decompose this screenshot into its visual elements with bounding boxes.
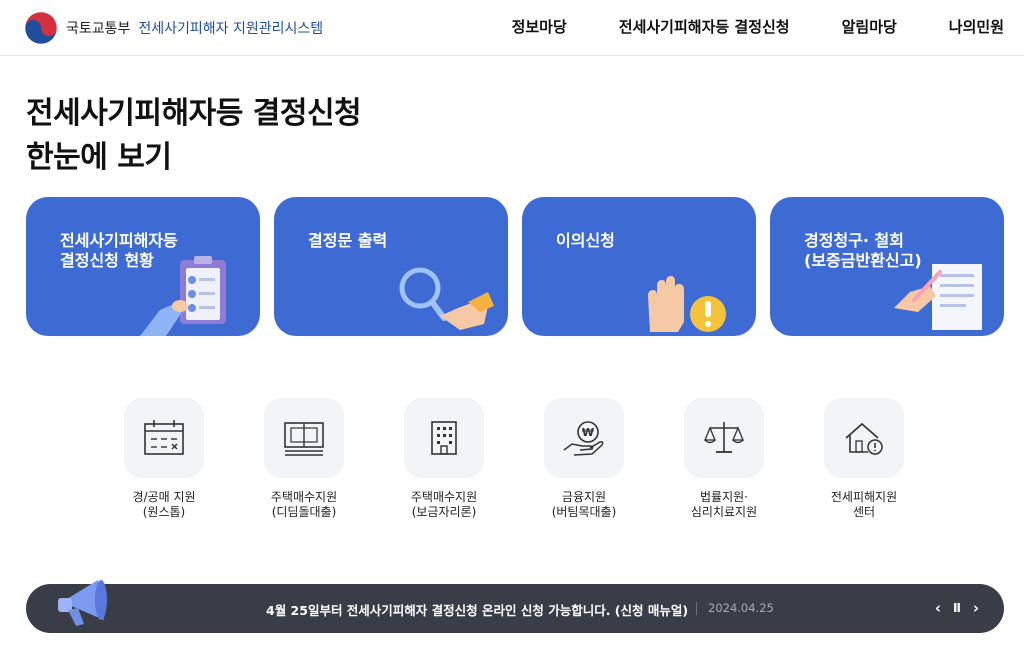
system-name: 전세사기피해자 지원관리시스템 [138, 21, 324, 37]
money-bundle-icon [284, 422, 324, 456]
nav-application[interactable]: 전세사기피해자등 결정신청 [619, 16, 790, 37]
quick-label: 주택매수지원 (보금자리론) [410, 490, 478, 519]
quick-label: 경/공매 지원 (원스톱) [132, 490, 196, 519]
main-nav: 정보마당 전세사기피해자등 결정신청 알림마당 나의민원 [460, 16, 1004, 37]
taegeuk-emblem-icon [24, 11, 58, 45]
notice-divider [696, 602, 697, 615]
service-cards: 전세사기피해자등 결정신청 현황 결정문 출력 이의신청 경정청구· 철회 (보… [26, 197, 1004, 336]
quick-icon-box: ₩ [544, 398, 624, 478]
quick-financial-support[interactable]: ₩ 금융지원 (버팀목대출) [542, 398, 626, 520]
page-title: 전세사기피해자등 결정신청 한눈에 보기 [26, 92, 362, 180]
ministry-name: 국토교통부 [66, 21, 131, 37]
quick-label: 전세피해지원 센터 [830, 490, 898, 519]
document-pen-icon [894, 264, 982, 330]
card-label: 이의신청 [556, 231, 615, 250]
quick-icon-box [404, 398, 484, 478]
house-alert-icon [845, 422, 883, 455]
notice-text[interactable]: 4월 25일부터 전세사기피해자 결정신청 온라인 신청 가능합니다. (신청 … [266, 600, 688, 619]
card-application-status[interactable]: 전세사기피해자등 결정신청 현황 [26, 197, 260, 336]
quick-auction-support[interactable]: 경/공매 지원 (원스톱) [122, 398, 206, 520]
quick-label: 금융지원 (버팀목대출) [551, 490, 617, 519]
magnifier-icon [399, 267, 494, 330]
nav-info[interactable]: 정보마당 [512, 16, 567, 37]
quick-label: 주택매수지원 (디딤돌대출) [270, 490, 338, 519]
nav-notice[interactable]: 알림마당 [842, 16, 897, 37]
building-icon [431, 421, 457, 455]
quick-label: 법률지원· 심리치료지원 [690, 490, 758, 519]
clipboard-checklist-icon [140, 256, 226, 336]
site-logo[interactable]: 국토교통부 전세사기피해자 지원관리시스템 [24, 11, 323, 45]
raised-hand-warning-icon [648, 276, 726, 332]
pause-icon[interactable]: Ⅱ [947, 596, 967, 620]
quick-housing-didimdol[interactable]: 주택매수지원 (디딤돌대출) [262, 398, 346, 520]
notice-date: 2024.04.25 [708, 601, 774, 615]
nav-my-petition[interactable]: 나의민원 [949, 16, 1004, 37]
quick-icon-box [684, 398, 764, 478]
quick-icon-box [824, 398, 904, 478]
svg-text:₩: ₩ [582, 426, 594, 439]
won-coin-hand-icon: ₩ [563, 421, 604, 456]
card-objection[interactable]: 이의신청 [522, 197, 756, 336]
card-decision-print[interactable]: 결정문 출력 [274, 197, 508, 336]
quick-links: 경/공매 지원 (원스톱) 주택매수지원 (디딤돌대출) 주택매수지원 (보금자… [122, 398, 912, 528]
quick-support-center[interactable]: 전세피해지원 센터 [822, 398, 906, 520]
site-header: 국토교통부 전세사기피해자 지원관리시스템 정보마당 전세사기피해자등 결정신청… [0, 0, 1024, 56]
quick-icon-box [124, 398, 204, 478]
quick-housing-bogeumjari[interactable]: 주택매수지원 (보금자리론) [402, 398, 486, 520]
scales-icon [704, 422, 744, 453]
card-correction-withdrawal[interactable]: 경정청구· 철회 (보증금반환신고) [770, 197, 1004, 336]
page-title-text: 전세사기피해자등 결정신청 한눈에 보기 [26, 96, 362, 175]
notice-bar: 4월 25일부터 전세사기피해자 결정신청 온라인 신청 가능합니다. (신청 … [26, 580, 1004, 633]
quick-legal-support[interactable]: 법률지원· 심리치료지원 [682, 398, 766, 520]
card-label: 결정문 출력 [308, 231, 388, 250]
quick-icon-box [264, 398, 344, 478]
calendar-icon [144, 420, 184, 455]
prev-arrow-icon[interactable]: ‹ [928, 596, 948, 620]
next-arrow-icon[interactable]: › [966, 596, 986, 620]
megaphone-icon [58, 580, 107, 626]
